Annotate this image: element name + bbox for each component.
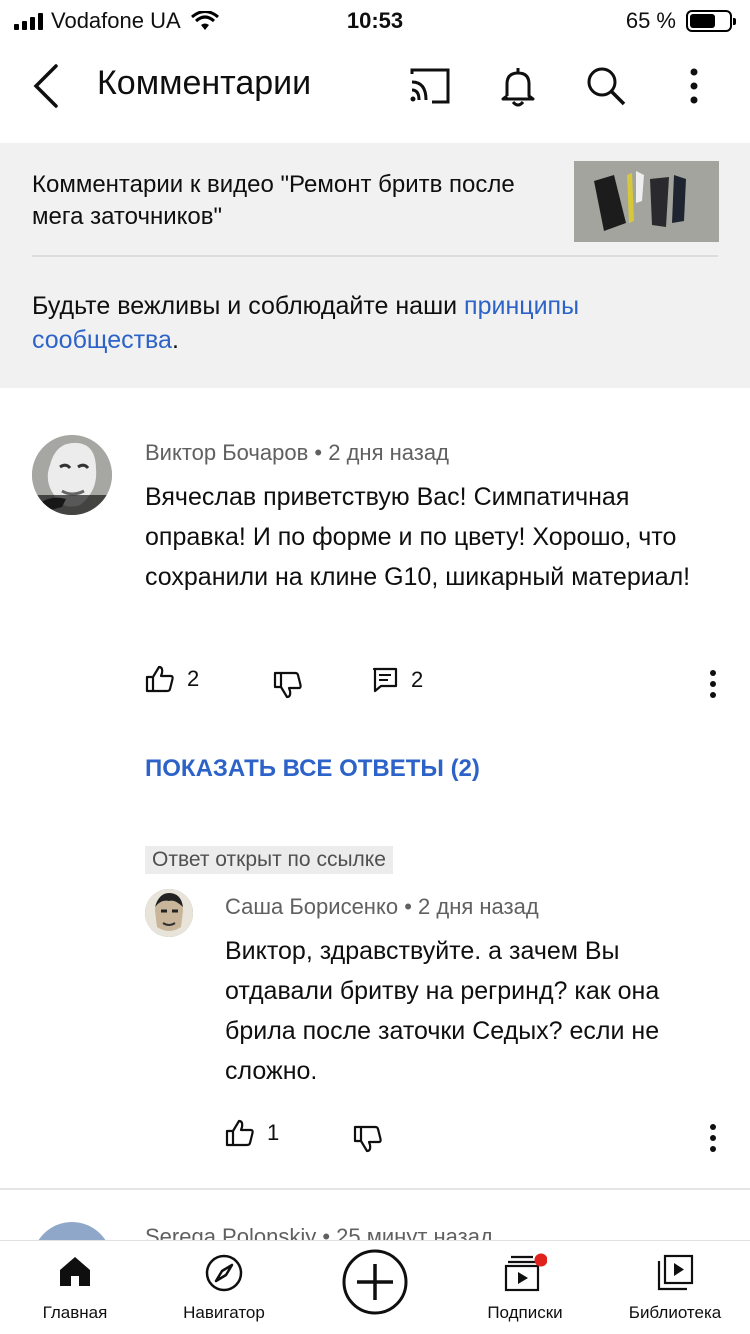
comment-meta: Виктор Бочаров • 2 дня назад (145, 440, 449, 466)
nav-library[interactable]: Библиотека (620, 1241, 730, 1334)
reply-more-icon[interactable] (701, 1122, 725, 1154)
nav-create[interactable] (335, 1241, 415, 1334)
nav-explore[interactable]: Навигатор (168, 1241, 280, 1334)
linked-reply-badge: Ответ открыт по ссылке (145, 846, 393, 874)
like-count: 2 (187, 666, 200, 691)
reply-button[interactable]: 2 (371, 666, 423, 694)
page-title: Комментарии (97, 64, 312, 102)
rules-text: Будьте вежливы и соблюдайте наши (32, 292, 465, 320)
notification-dot (534, 1253, 547, 1267)
reply-author[interactable]: Саша Борисенко (225, 894, 398, 919)
reply-like-button[interactable]: 1 (225, 1118, 279, 1148)
rules-end: . (171, 326, 179, 354)
thumbs-up-icon (225, 1119, 254, 1147)
search-icon[interactable] (584, 64, 628, 108)
comment-time: 2 дня назад (328, 440, 449, 465)
library-icon (657, 1254, 694, 1291)
meta-separator: • (404, 894, 412, 919)
like-button[interactable]: 2 (145, 664, 199, 694)
battery-percent: 65 % (625, 8, 676, 33)
bell-icon[interactable] (496, 64, 540, 108)
community-rules-text: Будьте вежливы и соблюдайте наши принцип… (32, 289, 712, 357)
video-thumbnail[interactable] (574, 161, 719, 242)
reply-time: 2 дня назад (418, 894, 539, 919)
home-icon (60, 1257, 90, 1286)
battery-icon (686, 10, 736, 32)
compass-icon (205, 1254, 243, 1292)
nav-explore-label: Навигатор (183, 1303, 265, 1322)
nav-library-label: Библиотека (628, 1303, 722, 1322)
reply-count: 2 (411, 667, 424, 692)
reply-actions: 1 (225, 1118, 725, 1158)
nav-subscriptions[interactable]: Подписки (470, 1241, 580, 1334)
reply-text: Виктор, здравствуйте. а зачем Вы отдавал… (225, 937, 660, 1085)
avatar[interactable] (32, 435, 112, 515)
comment-actions: 2 2 (145, 664, 725, 704)
nav-home[interactable]: Главная (20, 1241, 130, 1334)
video-info-panel: Комментарии к видео "Ремонт бритв после … (0, 143, 750, 388)
comment-author[interactable]: Виктор Бочаров (145, 440, 308, 465)
reply-meta: Саша Борисенко • 2 дня назад (225, 894, 539, 920)
thumbs-down-icon (273, 671, 302, 699)
reply-like-count: 1 (267, 1120, 280, 1145)
subscriptions-icon (504, 1253, 547, 1292)
meta-separator: • (314, 440, 323, 465)
comment-text: Вячеслав приветствую Вас! Симпатичная оп… (145, 483, 691, 591)
reply-avatar[interactable] (145, 889, 193, 937)
nav-subscriptions-label: Подписки (487, 1303, 563, 1322)
nav-home-label: Главная (42, 1303, 108, 1322)
comment-divider (0, 1188, 750, 1190)
video-title[interactable]: Комментарии к видео "Ремонт бритв после … (32, 169, 552, 233)
more-icon[interactable] (672, 64, 716, 108)
comment-more-icon[interactable] (701, 668, 725, 700)
app-header: Комментарии (0, 40, 750, 140)
back-icon[interactable] (26, 62, 66, 110)
reply-dislike-button[interactable] (353, 1124, 383, 1154)
divider (32, 255, 718, 257)
create-icon (342, 1249, 408, 1315)
reply-icon (372, 667, 398, 693)
cast-icon[interactable] (408, 64, 452, 108)
thumbs-down-icon (353, 1125, 382, 1153)
show-all-replies-button[interactable]: ПОКАЗАТЬ ВСЕ ОТВЕТЫ (2) (145, 755, 480, 783)
dislike-button[interactable] (273, 670, 303, 700)
thumbs-up-icon (145, 665, 174, 693)
bottom-nav: Главная Навигатор Подписки Библиотека (0, 1240, 750, 1334)
status-bar: Vodafone UA 10:53 65 % (0, 0, 750, 40)
